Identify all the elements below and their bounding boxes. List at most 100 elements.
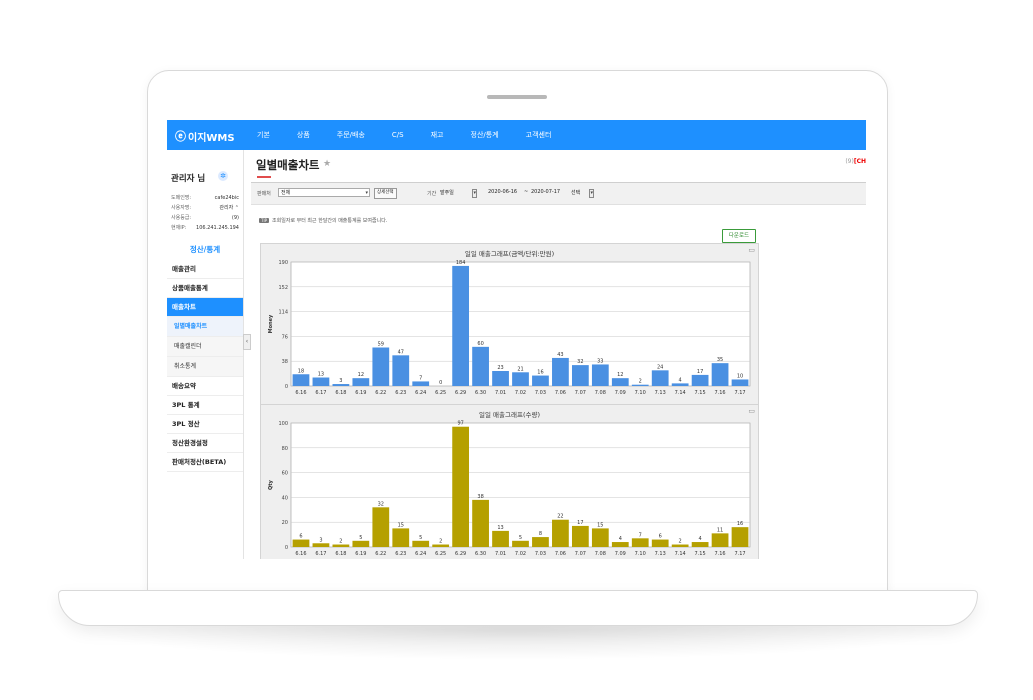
star-icon[interactable]: ★	[323, 159, 331, 169]
chart-title: 일일 매출그래프(수량)	[479, 410, 540, 419]
bar	[671, 383, 689, 386]
x-tick-label: 7.01	[495, 390, 506, 396]
sidebar-item-product-stats[interactable]: 상품매출통계	[167, 279, 243, 298]
chart-title: 일일 매출그래프(금액/단위:만원)	[465, 249, 554, 258]
sidebar-collapse-toggle[interactable]: ‹	[243, 334, 251, 350]
nav-item-settlement[interactable]: 정산/통계	[471, 130, 499, 140]
print-icon[interactable]: ▭	[748, 246, 755, 254]
bar	[532, 375, 549, 386]
data-label: 32	[577, 359, 583, 365]
title-underline	[257, 176, 271, 178]
corner-highlight: [CH	[853, 158, 866, 165]
date-preset-select[interactable]: 선택 ▾	[568, 188, 596, 198]
x-tick-label: 6.30	[475, 551, 486, 557]
bar	[731, 527, 749, 547]
bar	[711, 363, 729, 386]
bar	[611, 542, 629, 547]
nav-item-product[interactable]: 상품	[297, 130, 310, 140]
sidebar-item-3pl-settlement[interactable]: 3PL 정산	[167, 415, 243, 434]
info-value: (9)	[231, 215, 239, 221]
x-tick-label: 6.23	[395, 390, 406, 396]
y-tick-label: 100	[278, 421, 288, 427]
period-type-select[interactable]: 발주일 ▾	[437, 188, 479, 198]
info-value[interactable]: 관리자 ⌃	[219, 203, 239, 213]
x-tick-label: 6.24	[415, 390, 426, 396]
sidebar-item-sales-chart[interactable]: 매출차트	[167, 298, 243, 317]
x-tick-label: 7.15	[695, 551, 706, 557]
y-axis-label: Money	[268, 314, 274, 333]
date-from-input[interactable]: 2020-06-16	[488, 188, 517, 197]
x-tick-label: 6.19	[355, 551, 366, 557]
x-tick-label: 7.10	[635, 551, 646, 557]
info-key: 현재IP:	[171, 225, 187, 231]
bar	[472, 499, 489, 547]
data-label: 2	[339, 539, 342, 545]
info-value: 106.241.245.194	[196, 225, 239, 231]
sidebar-subitem-calendar[interactable]: 매출캘린더	[167, 337, 243, 357]
app-logo[interactable]: ⓔ 이지WMS	[175, 128, 235, 144]
sidebar-item-sales-mgmt[interactable]: 매출관리	[167, 260, 243, 279]
logo-text: 이지WMS	[188, 132, 235, 144]
plot-area	[290, 422, 751, 548]
data-label: 3	[319, 537, 322, 543]
nav-item-support[interactable]: 고객센터	[526, 130, 552, 140]
seller-select[interactable]: 전체 ▾	[278, 188, 370, 197]
x-tick-label: 7.08	[595, 551, 606, 557]
sidebar-subitem-cancel-stats[interactable]: 취소통계	[167, 357, 243, 377]
bar	[731, 379, 749, 386]
data-label: 24	[657, 364, 663, 370]
detail-select-button[interactable]: 상세선택	[374, 188, 397, 199]
print-icon[interactable]: ▭	[748, 407, 755, 415]
x-tick-label: 6.17	[315, 390, 326, 396]
tip-badge: TIP	[259, 218, 270, 223]
sidebar-item-seller-settlement[interactable]: 판매처정산(BETA)	[167, 453, 243, 472]
bar	[651, 370, 669, 386]
nav-item-basic[interactable]: 기본	[257, 130, 270, 140]
laptop-base	[58, 590, 978, 626]
qty-chart-panel: ▭ 일일 매출그래프(수량) 0 20 40 60 80 100 Qty 6 6.16 3 6.17 2…	[260, 404, 759, 559]
bar	[352, 378, 370, 386]
date-to-input[interactable]: 2020-07-17	[531, 188, 560, 197]
data-label: 5	[419, 535, 422, 541]
data-label: 33	[597, 358, 603, 364]
sidebar-item-settlement-config[interactable]: 정산환경설정	[167, 434, 243, 453]
x-tick-label: 7.17	[734, 390, 745, 396]
bar	[552, 357, 569, 386]
bar	[591, 364, 609, 386]
sidebar-item-3pl-stats[interactable]: 3PL 통계	[167, 396, 243, 415]
corner-prefix: (9)	[845, 158, 854, 165]
bar	[292, 374, 310, 386]
x-tick-label: 7.10	[635, 390, 646, 396]
sidebar-item-delivery-summary[interactable]: 배송요약	[167, 377, 243, 396]
seller-select-value: 전체	[281, 190, 291, 196]
x-tick-label: 6.30	[475, 390, 486, 396]
data-label: 23	[497, 365, 503, 371]
nav-item-stock[interactable]: 재고	[431, 130, 444, 140]
x-tick-label: 7.14	[675, 551, 686, 557]
x-tick-label: 6.19	[355, 390, 366, 396]
y-tick-label: 60	[282, 471, 288, 477]
x-tick-label: 7.03	[535, 551, 546, 557]
date-separator: ~	[524, 189, 529, 195]
x-tick-label: 7.06	[555, 551, 566, 557]
x-tick-label: 7.13	[655, 551, 666, 557]
download-button[interactable]: 다운로드	[722, 229, 756, 243]
sidebar-subitem-daily-chart[interactable]: 일별매출차트	[167, 317, 243, 337]
gear-icon[interactable]: ✲	[218, 171, 228, 181]
x-tick-label: 7.07	[575, 390, 586, 396]
nav-item-cs[interactable]: C/S	[392, 131, 404, 139]
info-value: cafe24bic	[214, 195, 239, 201]
bar	[392, 355, 410, 386]
seller-label: 판매처	[257, 191, 271, 197]
bar	[571, 365, 589, 386]
x-tick-label: 7.02	[515, 390, 526, 396]
data-label: 2	[639, 379, 642, 385]
x-tick-label: 7.02	[515, 551, 526, 557]
x-tick-label: 6.18	[335, 551, 346, 557]
x-tick-label: 6.17	[315, 551, 326, 557]
bar	[352, 540, 370, 547]
data-label: 5	[359, 535, 362, 541]
nav-item-order[interactable]: 주문/배송	[337, 130, 365, 140]
y-tick-label: 190	[278, 260, 288, 266]
data-label: 4	[679, 377, 682, 383]
